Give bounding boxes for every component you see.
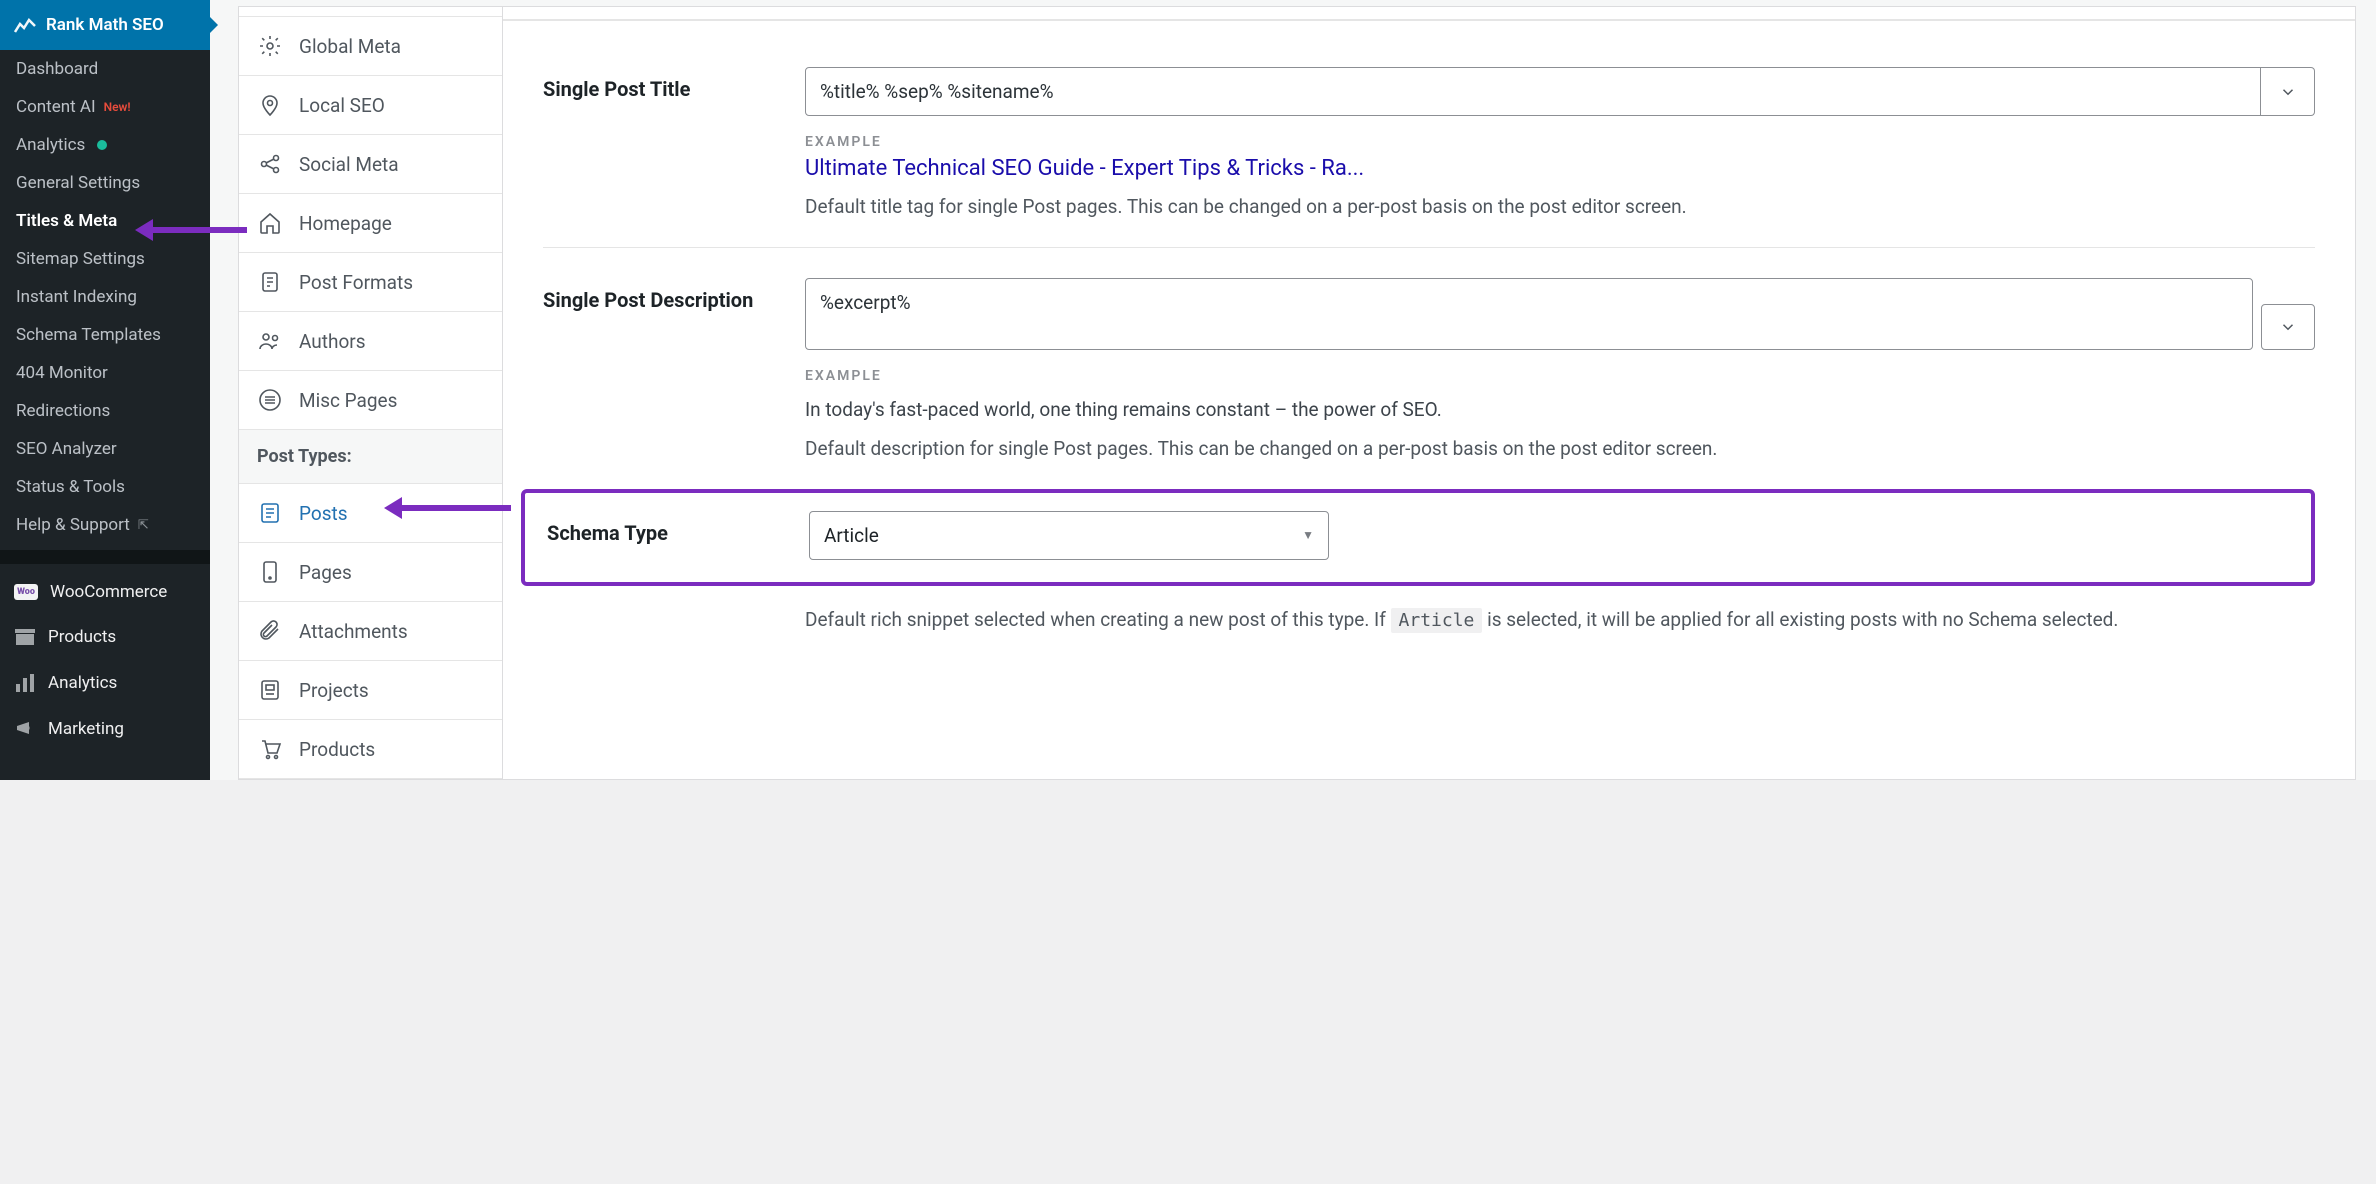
sidebar-item-analytics[interactable]: Analytics bbox=[0, 126, 210, 164]
row-single-post-title: Single Post Title EXAMPLE Ultimate Techn… bbox=[543, 67, 2315, 221]
sidebar-item-status-tools[interactable]: Status & Tools bbox=[0, 468, 210, 506]
status-dot-icon bbox=[97, 140, 107, 150]
sidebar-item-general-settings[interactable]: General Settings bbox=[0, 164, 210, 202]
example-label: EXAMPLE bbox=[805, 134, 2315, 150]
single-post-description-input[interactable]: %excerpt% bbox=[805, 278, 2253, 350]
sidebar-item-dashboard[interactable]: Dashboard bbox=[0, 50, 210, 88]
row-single-post-description: Single Post Description %excerpt% EXAMPL… bbox=[543, 278, 2315, 463]
gear-icon bbox=[257, 33, 283, 59]
tab-projects[interactable]: Projects bbox=[239, 661, 502, 720]
tab-post-formats[interactable]: Post Formats bbox=[239, 253, 502, 312]
label-title: Single Post Title bbox=[543, 67, 775, 101]
divider bbox=[543, 247, 2315, 248]
tab-attachments[interactable]: Attachments bbox=[239, 602, 502, 661]
schema-help: Default rich snippet selected when creat… bbox=[805, 606, 2315, 634]
label-description: Single Post Description bbox=[543, 278, 775, 312]
content-wrap: Global Meta Local SEO Social Meta Homepa… bbox=[210, 0, 2376, 780]
sidebar-main-products[interactable]: Products bbox=[0, 614, 210, 660]
pin-icon bbox=[257, 92, 283, 118]
annotation-arrow bbox=[135, 219, 247, 241]
sidebar-item-schema-templates[interactable]: Schema Templates bbox=[0, 316, 210, 354]
sidebar-item-help-support[interactable]: Help & Support ⇱ bbox=[0, 506, 210, 544]
label-schema: Schema Type bbox=[547, 511, 779, 545]
page-icon bbox=[257, 559, 283, 585]
annotation-arrow bbox=[384, 497, 511, 519]
schema-type-value: Article bbox=[824, 524, 879, 547]
sidebar-separator bbox=[0, 550, 210, 564]
annotation-highlight: Schema Type Article ▼ bbox=[521, 489, 2315, 586]
title-help: Default title tag for single Post pages.… bbox=[805, 193, 2315, 221]
share-icon bbox=[257, 151, 283, 177]
megaphone-icon bbox=[14, 718, 36, 740]
desc-help: Default description for single Post page… bbox=[805, 435, 2315, 463]
divider bbox=[503, 19, 2355, 21]
settings-form: Single Post Title EXAMPLE Ultimate Techn… bbox=[503, 7, 2355, 779]
wp-admin-sidebar: Rank Math SEO Dashboard Content AI New! … bbox=[0, 0, 210, 780]
sidebar-head-label: Rank Math SEO bbox=[46, 15, 164, 35]
desc-example-preview: In today's fast-paced world, one thing r… bbox=[805, 396, 2315, 424]
sidebar-item-instant-indexing[interactable]: Instant Indexing bbox=[0, 278, 210, 316]
sidebar-main-analytics[interactable]: Analytics bbox=[0, 660, 210, 706]
users-icon bbox=[257, 328, 283, 354]
tabs-section-header: Post Types: bbox=[239, 430, 502, 484]
cart-icon bbox=[257, 736, 283, 762]
new-badge: New! bbox=[104, 100, 131, 114]
example-label: EXAMPLE bbox=[805, 368, 2315, 384]
tab-misc-pages[interactable]: Misc Pages bbox=[239, 371, 502, 430]
sidebar-item-404-monitor[interactable]: 404 Monitor bbox=[0, 354, 210, 392]
sidebar-main-marketing[interactable]: Marketing bbox=[0, 706, 210, 752]
home-icon bbox=[257, 210, 283, 236]
row-schema-type: Schema Type Article ▼ bbox=[547, 511, 2291, 560]
code-inline: Article bbox=[1391, 608, 1483, 633]
tab-pages[interactable]: Pages bbox=[239, 543, 502, 602]
tab-local-seo[interactable]: Local SEO bbox=[239, 76, 502, 135]
schema-type-select[interactable]: Article ▼ bbox=[809, 511, 1329, 560]
sidebar-item-redirections[interactable]: Redirections bbox=[0, 392, 210, 430]
archive-icon bbox=[14, 626, 36, 648]
title-example-preview: Ultimate Technical SEO Guide - Expert Ti… bbox=[805, 156, 2315, 181]
project-icon bbox=[257, 677, 283, 703]
external-link-icon: ⇱ bbox=[138, 518, 149, 533]
tab-social-meta[interactable]: Social Meta bbox=[239, 135, 502, 194]
chevron-down-icon: ▼ bbox=[1302, 528, 1314, 542]
woo-icon: Woo bbox=[14, 584, 38, 600]
tab-homepage[interactable]: Homepage bbox=[239, 194, 502, 253]
doc-icon bbox=[257, 269, 283, 295]
desc-variables-toggle[interactable] bbox=[2261, 304, 2315, 350]
settings-tabs: Global Meta Local SEO Social Meta Homepa… bbox=[239, 7, 503, 779]
sidebar-plugin-head[interactable]: Rank Math SEO bbox=[0, 0, 210, 50]
post-icon bbox=[257, 500, 283, 526]
bar-chart-icon bbox=[14, 672, 36, 694]
sidebar-main-woocommerce[interactable]: Woo WooCommerce bbox=[0, 570, 210, 614]
single-post-title-input[interactable] bbox=[805, 67, 2261, 116]
settings-panel: Global Meta Local SEO Social Meta Homepa… bbox=[238, 6, 2356, 780]
sidebar-item-seo-analyzer[interactable]: SEO Analyzer bbox=[0, 430, 210, 468]
tab-authors[interactable]: Authors bbox=[239, 312, 502, 371]
sidebar-item-sitemap[interactable]: Sitemap Settings bbox=[0, 240, 210, 278]
tab-global-meta[interactable]: Global Meta bbox=[239, 17, 502, 76]
list-icon bbox=[257, 387, 283, 413]
rankmath-icon bbox=[14, 14, 36, 36]
tab-products[interactable]: Products bbox=[239, 720, 502, 779]
title-variables-toggle[interactable] bbox=[2261, 67, 2315, 116]
sidebar-item-content-ai[interactable]: Content AI New! bbox=[0, 88, 210, 126]
clip-icon bbox=[257, 618, 283, 644]
